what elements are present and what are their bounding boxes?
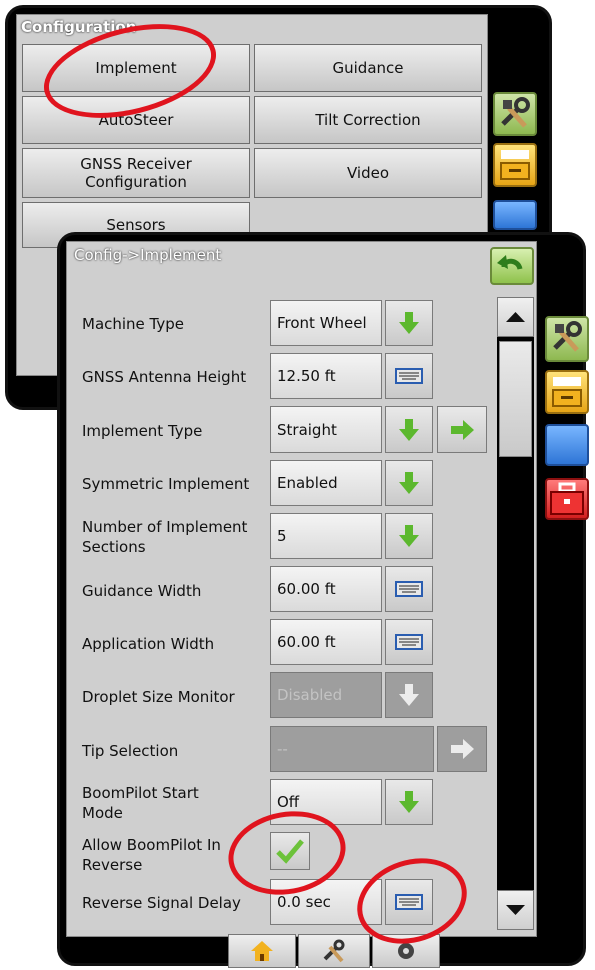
implement-type-field[interactable]: Straight [270,406,382,453]
number-of-implement-sections-dropdown[interactable] [385,513,433,559]
keyboard-icon [395,581,423,597]
down-arrow-icon [399,525,419,547]
implement-type-dropdown[interactable] [385,406,433,453]
home-button[interactable] [228,934,296,968]
droplet-size-monitor-dropdown [385,672,433,718]
gnss-receiver-configuration-button[interactable]: GNSS Receiver Configuration [22,148,250,198]
card-icon[interactable] [545,370,589,414]
guidance-width-keyboard[interactable] [385,566,433,612]
right-arrow-icon [451,739,474,759]
tools-icon[interactable] [545,316,589,362]
number-of-implement-sections-field[interactable]: 5 [270,513,382,559]
card-icon[interactable] [493,143,537,187]
tools-icon[interactable] [493,92,537,136]
guidance-width-label: Guidance Width [82,582,202,600]
machine-type-label: Machine Type [82,315,185,333]
camera-button[interactable] [372,934,440,968]
down-arrow-icon [399,472,419,494]
video-button[interactable]: Video [254,148,482,198]
symmetric-implement-dropdown[interactable] [385,460,433,506]
down-arrow-icon [399,791,419,813]
keyboard-icon [395,634,423,650]
implement-title: Config->Implement [74,246,222,264]
keyboard-icon [395,894,423,910]
tip-selection-next [437,726,487,772]
keyboard-icon [395,368,423,384]
reverse-signal-delay-keyboard[interactable] [385,879,433,925]
toolbox-icon[interactable] [545,478,589,520]
gnss-antenna-height-label: GNSS Antenna Height [82,368,247,386]
tip-selection-label: Tip Selection [82,742,179,760]
machine-type-dropdown[interactable] [385,300,433,346]
scroll-up-button[interactable] [497,297,534,337]
scrollbar-thumb[interactable] [499,341,532,457]
scroll-down-button[interactable] [497,890,534,930]
home-icon [251,941,273,961]
camera-icon [398,943,414,959]
droplet-size-monitor-label: Droplet Size Monitor [82,688,235,706]
tools-icon [323,939,345,963]
number-of-implement-sections-label: Number of Implement Sections [82,518,248,556]
reverse-signal-delay-label: Reverse Signal Delay [82,894,241,912]
checkmark-icon [276,839,304,864]
droplet-size-monitor-field: Disabled [270,672,382,718]
down-arrow-icon [399,312,419,334]
down-arrow-icon [399,418,419,441]
gnss-antenna-height-field[interactable]: 12.50 ft [270,353,382,399]
tools-nav-button[interactable] [298,934,370,968]
blue-screen-icon[interactable] [545,424,589,466]
blue-screen-icon[interactable] [493,200,537,230]
boompilot-start-mode-field[interactable]: Off [270,779,382,825]
tilt-correction-button[interactable]: Tilt Correction [254,96,482,144]
chevron-down-icon [506,905,525,915]
reverse-signal-delay-field[interactable]: 0.0 sec [270,879,382,925]
gnss-antenna-height-keyboard[interactable] [385,353,433,399]
down-arrow-icon [399,684,419,706]
implement-type-label: Implement Type [82,422,203,440]
back-arrow-icon [497,255,523,270]
back-button[interactable] [490,247,534,285]
symmetric-implement-label: Symmetric Implement [82,475,250,493]
right-arrow-icon [451,419,474,440]
tip-selection-field: -- [270,726,434,772]
guidance-width-field[interactable]: 60.00 ft [270,566,382,612]
guidance-button[interactable]: Guidance [254,44,482,92]
implement-type-next[interactable] [437,406,487,453]
application-width-field[interactable]: 60.00 ft [270,619,382,665]
allow-boompilot-in-reverse-checkbox[interactable] [270,832,310,870]
chevron-up-icon [506,312,525,322]
machine-type-field[interactable]: Front Wheel [270,300,382,346]
application-width-keyboard[interactable] [385,619,433,665]
configuration-title: Configuration [21,18,137,36]
boompilot-start-mode-label: BoomPilot Start Mode [82,784,199,822]
application-width-label: Application Width [82,635,215,653]
implement-button[interactable]: Implement [22,44,250,92]
boompilot-start-mode-dropdown[interactable] [385,779,433,825]
autosteer-button[interactable]: AutoSteer [22,96,250,144]
allow-boompilot-in-reverse-label: Allow BoomPilot In Reverse [82,836,221,874]
symmetric-implement-field[interactable]: Enabled [270,460,382,506]
